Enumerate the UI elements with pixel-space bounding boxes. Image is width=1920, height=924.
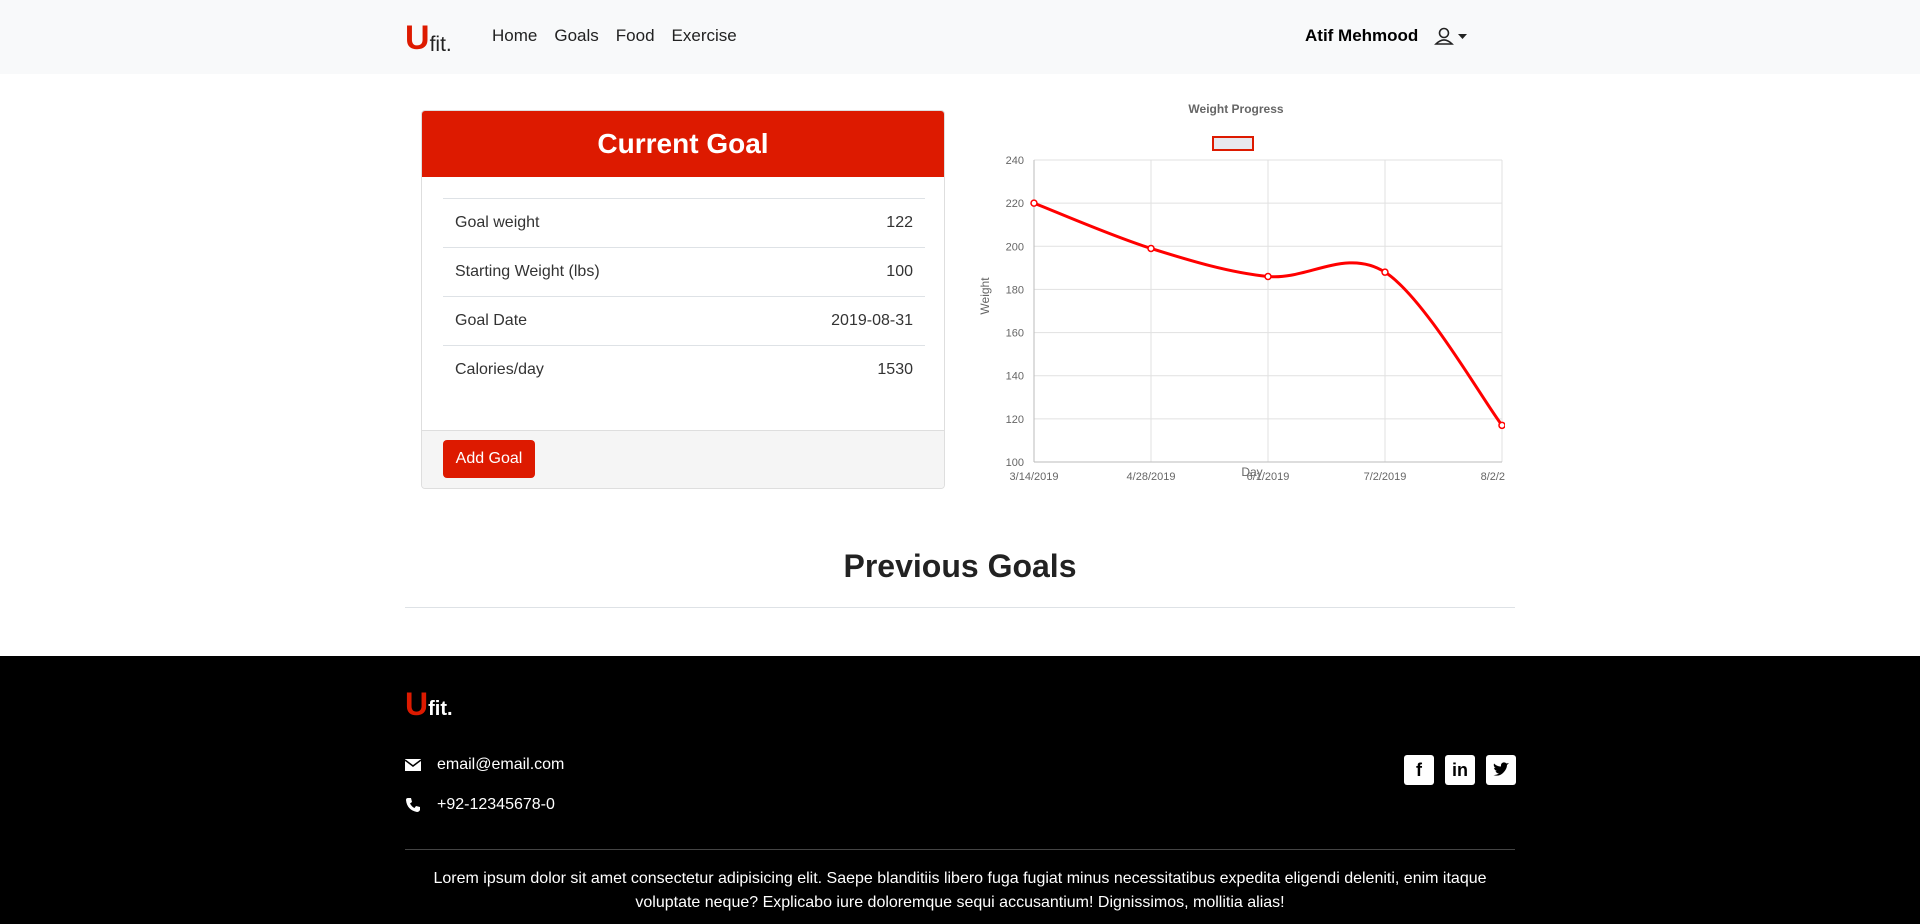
goal-label: Goal weight <box>443 198 740 248</box>
brand-logo[interactable]: Ufit. <box>405 18 452 58</box>
twitter-bird-glyph <box>1493 762 1509 776</box>
goal-table: Goal weight 122 Starting Weight (lbs) 10… <box>443 198 925 394</box>
card-footer: Add Goal <box>422 430 944 488</box>
brand-letter: U <box>405 686 429 722</box>
social-links: f in <box>1404 755 1516 785</box>
x-tick-label: 8/2/2019 <box>1481 471 1505 483</box>
y-tick-label: 100 <box>1006 457 1024 469</box>
user-name: Atif Mehmood <box>1305 26 1419 45</box>
y-tick-label: 160 <box>1006 328 1024 340</box>
legend-swatch[interactable] <box>1212 136 1254 151</box>
previous-goals-title: Previous Goals <box>843 548 1077 584</box>
footer-phone[interactable]: +92-12345678-0 <box>437 796 555 814</box>
x-axis-label: Day <box>1241 465 1262 479</box>
facebook-icon[interactable]: f <box>1404 755 1434 785</box>
footer-text: Lorem ipsum dolor sit amet consectetur a… <box>433 870 1487 911</box>
user-menu-dropdown[interactable] <box>1434 24 1470 50</box>
nav-home[interactable]: Home <box>492 26 537 46</box>
goal-label: Calories/day <box>443 345 740 394</box>
brand-letter: U <box>405 19 430 57</box>
envelope-icon <box>405 759 421 771</box>
nav-links: Home Goals Food Exercise <box>492 26 737 46</box>
brand-suffix: fit. <box>429 33 452 56</box>
goal-value: 100 <box>739 247 925 297</box>
y-axis-ticks: 100 120 140 160 180 200 220 240 <box>1006 155 1024 469</box>
current-goal-title: Current Goal <box>422 111 944 177</box>
data-point[interactable] <box>1381 268 1389 276</box>
twitter-icon[interactable] <box>1486 755 1516 785</box>
table-row: Goal Date 2019-08-31 <box>443 296 925 346</box>
goal-value: 2019-08-31 <box>739 296 925 346</box>
y-tick-label: 220 <box>1006 198 1024 210</box>
weight-progress-chart: Weight Progress 100 120 140 160 180 200 220 240… <box>975 96 1523 486</box>
footer-email-row: email@email.com <box>405 756 564 774</box>
x-tick-label: 7/2/2019 <box>1364 471 1407 483</box>
data-point[interactable] <box>1030 199 1038 207</box>
x-tick-label: 4/28/2019 <box>1127 471 1176 483</box>
nav-goals[interactable]: Goals <box>554 26 598 46</box>
goal-label: Starting Weight (lbs) <box>443 247 740 297</box>
y-tick-label: 200 <box>1006 241 1024 253</box>
phone-icon <box>406 798 420 812</box>
current-goal-card: Current Goal Goal weight 122 Starting We… <box>421 110 945 489</box>
y-axis-label: Weight <box>978 277 992 315</box>
y-tick-label: 120 <box>1006 414 1024 426</box>
chart-svg: Weight Progress 100 120 140 160 180 200 220 240… <box>978 102 1523 483</box>
table-row: Goal weight 122 <box>443 198 925 248</box>
footer: Ufit. email@email.com +92-12345678-0 f i… <box>0 656 1920 924</box>
data-point[interactable] <box>1498 421 1506 430</box>
brand-suffix: fit. <box>428 698 453 720</box>
nav-exercise[interactable]: Exercise <box>672 26 737 46</box>
nav-food[interactable]: Food <box>616 26 655 46</box>
chevron-down-icon <box>1458 34 1467 39</box>
goal-label: Goal Date <box>443 296 740 346</box>
data-point[interactable] <box>1264 272 1272 281</box>
footer-divider <box>405 849 1515 850</box>
footer-phone-row: +92-12345678-0 <box>405 796 555 814</box>
add-goal-button[interactable]: Add Goal <box>443 440 535 478</box>
y-tick-label: 240 <box>1006 155 1024 167</box>
linkedin-icon[interactable]: in <box>1445 755 1475 785</box>
goal-value: 122 <box>739 198 925 248</box>
user-icon <box>1434 27 1467 45</box>
goal-value: 1530 <box>739 345 925 394</box>
footer-email[interactable]: email@email.com <box>437 756 564 774</box>
divider <box>405 607 1515 608</box>
y-tick-label: 140 <box>1006 371 1024 383</box>
table-row: Calories/day 1530 <box>443 345 925 394</box>
footer-brand-logo[interactable]: Ufit. <box>405 686 453 723</box>
navbar: Ufit. Home Goals Food Exercise Atif Mehm… <box>0 0 1920 74</box>
table-row: Starting Weight (lbs) 100 <box>443 247 925 297</box>
data-point[interactable] <box>1147 244 1155 253</box>
x-tick-label: 3/14/2019 <box>1010 471 1059 483</box>
y-tick-label: 180 <box>1006 284 1024 296</box>
chart-title: Weight Progress <box>1188 102 1283 116</box>
chart-grid <box>1033 159 1503 463</box>
